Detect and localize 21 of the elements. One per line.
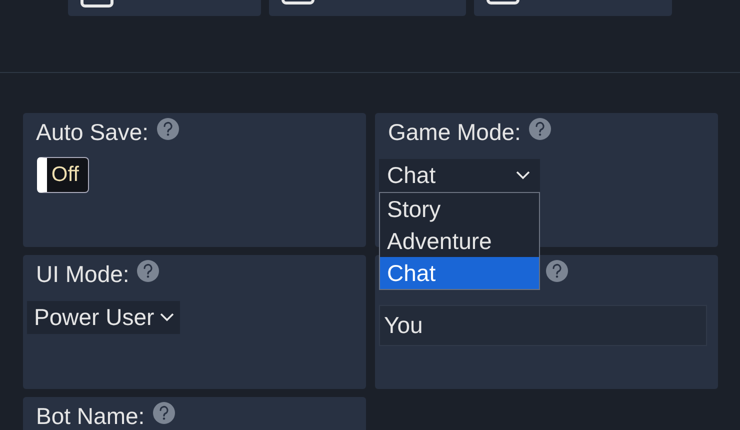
chevron-down-icon	[516, 171, 530, 180]
chevron-down-icon	[160, 313, 174, 322]
toolbar-button[interactable]	[269, 0, 466, 16]
name-input-field[interactable]: You	[379, 305, 707, 346]
toggle-switch[interactable]: Off	[37, 157, 89, 193]
toolbar-button[interactable]	[474, 0, 672, 16]
dropdown-select[interactable]: Power User	[27, 301, 180, 334]
help-icon[interactable]	[137, 260, 160, 282]
setting-label: Bot Name:	[36, 404, 145, 428]
dropdown-select[interactable]: Chat	[379, 159, 540, 192]
dropdown-option[interactable]: Adventure	[380, 225, 539, 257]
setting-label: Auto Save:	[36, 120, 149, 144]
toolbar-button[interactable]	[68, 0, 261, 16]
help-icon[interactable]	[546, 260, 568, 282]
setting-label: UI Mode:	[36, 262, 130, 286]
dropdown-option[interactable]: Chat	[380, 257, 539, 289]
help-icon[interactable]	[528, 118, 551, 140]
setting-label: Game Mode:	[388, 120, 521, 144]
dropdown-option[interactable]: Story	[380, 193, 539, 225]
help-icon[interactable]	[156, 118, 179, 140]
help-icon[interactable]	[152, 402, 175, 424]
